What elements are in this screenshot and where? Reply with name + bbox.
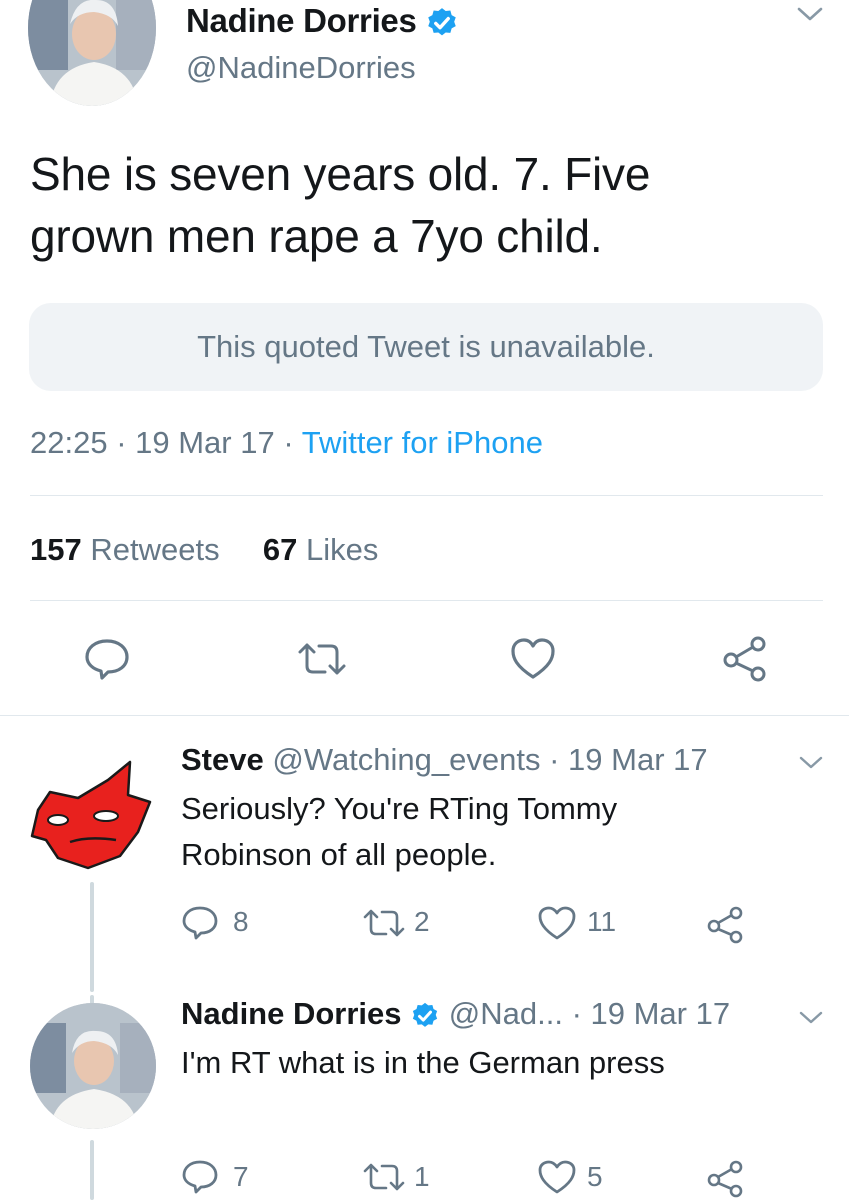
- reply-text-line: I'm RT what is in the German press: [181, 1045, 665, 1080]
- main-author-avatar[interactable]: [28, 0, 156, 106]
- chevron-down-icon[interactable]: [798, 1009, 824, 1027]
- meta-separator: ·: [107, 425, 136, 460]
- retweet-icon[interactable]: [296, 642, 348, 676]
- reply-icon[interactable]: [84, 638, 130, 680]
- likes-label: Likes: [305, 532, 379, 567]
- share-icon[interactable]: [722, 636, 768, 682]
- reply-author-handle[interactable]: @Nad...: [449, 996, 563, 1031]
- reply-author-avatar[interactable]: [18, 740, 158, 880]
- quoted-tweet-notice: This quoted Tweet is unavailable.: [197, 329, 655, 364]
- reply-text: Seriously? You're RTing Tommy Robinson o…: [181, 786, 801, 878]
- like-icon[interactable]: [510, 638, 556, 680]
- reply-author-name[interactable]: Steve: [181, 742, 264, 777]
- verified-badge-icon: [413, 1002, 438, 1027]
- like-count: 11: [587, 906, 617, 937]
- reply-header: Steve @Watching_events · 19 Mar 17: [181, 742, 708, 778]
- tweet-stats: 157 Retweets 67 Likes: [30, 532, 378, 568]
- reply-icon[interactable]: [182, 1160, 218, 1194]
- retweets-label: Retweets: [90, 532, 220, 567]
- meta-separator: ·: [562, 996, 591, 1031]
- main-tweet-text-line: She is seven years old. 7. Five: [30, 148, 651, 200]
- like-icon[interactable]: [538, 906, 576, 940]
- reply-count: 8: [233, 906, 249, 937]
- like-icon[interactable]: [538, 1160, 576, 1194]
- reply-author-name[interactable]: Nadine Dorries: [181, 996, 402, 1031]
- reply-author-avatar[interactable]: [30, 1003, 156, 1129]
- reply-text-line: Robinson of all people.: [181, 837, 497, 872]
- share-icon[interactable]: [706, 906, 744, 944]
- retweet-icon[interactable]: [362, 1162, 406, 1192]
- main-author-handle[interactable]: @NadineDorries: [186, 50, 416, 86]
- main-tweet-text-line: grown men rape a 7yo child.: [30, 210, 603, 262]
- likes-stat[interactable]: 67 Likes: [263, 532, 378, 567]
- divider: [0, 715, 849, 716]
- retweets-count: 157: [30, 532, 82, 567]
- likes-count: 67: [262, 532, 298, 567]
- reply-author-handle[interactable]: @Watching_events: [272, 742, 540, 777]
- retweet-count: 1: [414, 1161, 430, 1192]
- retweets-stat[interactable]: 157 Retweets: [30, 532, 220, 567]
- thread-connector: [90, 1140, 94, 1200]
- reply-count: 7: [233, 1161, 249, 1192]
- tweet-date: 19 Mar 17: [135, 425, 275, 460]
- share-icon[interactable]: [706, 1160, 744, 1198]
- reply-header: Nadine Dorries @Nad... · 19 Mar 17: [181, 996, 730, 1032]
- quoted-tweet-unavailable: This quoted Tweet is unavailable.: [29, 303, 823, 391]
- main-tweet-text: She is seven years old. 7. Five grown me…: [30, 143, 810, 267]
- divider: [30, 495, 823, 496]
- tweet-time: 22:25: [30, 425, 108, 460]
- chevron-down-icon[interactable]: [798, 754, 824, 772]
- reply-text: I'm RT what is in the German press: [181, 1040, 801, 1086]
- reply-date[interactable]: 19 Mar 17: [591, 996, 731, 1031]
- meta-separator: ·: [274, 425, 302, 460]
- main-author-name[interactable]: Nadine Dorries: [186, 2, 417, 39]
- retweet-count: 2: [414, 906, 430, 937]
- tweet-metadata: 22:25 · 19 Mar 17 · Twitter for iPhone: [30, 425, 543, 461]
- meta-separator: ·: [540, 742, 569, 777]
- thread-connector: [90, 882, 94, 992]
- verified-badge-icon: [428, 8, 457, 36]
- chevron-down-icon[interactable]: [795, 4, 825, 24]
- retweet-icon[interactable]: [362, 908, 406, 938]
- reply-date[interactable]: 19 Mar 17: [568, 742, 708, 777]
- tweet-source-link[interactable]: Twitter for iPhone: [302, 425, 543, 460]
- main-author-name-row[interactable]: Nadine Dorries: [186, 2, 459, 40]
- like-count: 5: [587, 1161, 603, 1192]
- reply-text-line: Seriously? You're RTing Tommy: [181, 791, 618, 826]
- reply-icon[interactable]: [182, 906, 218, 940]
- divider: [30, 600, 823, 601]
